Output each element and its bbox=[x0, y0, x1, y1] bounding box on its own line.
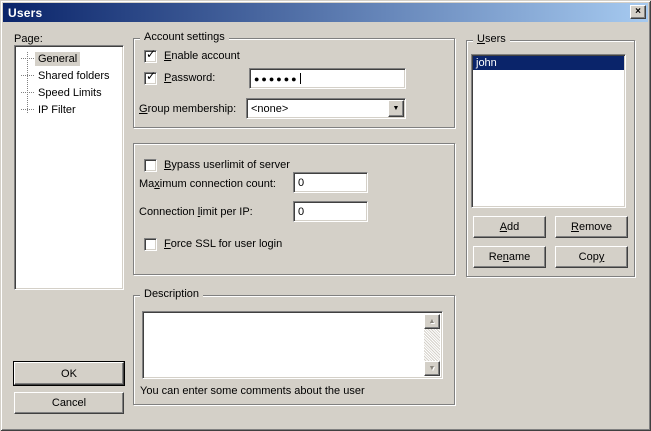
enable-account-row: ✓ Enable account bbox=[144, 49, 240, 63]
text-cursor bbox=[300, 73, 301, 84]
users-group: Users john Add Remove Rename Copy bbox=[466, 40, 635, 277]
users-dialog: Users × Page: General Shared folders Spe… bbox=[0, 0, 651, 431]
account-settings-title: Account settings bbox=[140, 31, 229, 44]
title-bar[interactable]: Users × bbox=[3, 3, 648, 22]
group-membership-value: <none> bbox=[251, 103, 288, 115]
password-value: ●●●●●● bbox=[254, 74, 299, 84]
password-label: Password: bbox=[164, 72, 215, 84]
add-button-label: Add bbox=[500, 221, 520, 233]
tree-branch-icon bbox=[21, 101, 35, 118]
page-label: Page: bbox=[14, 33, 43, 45]
copy-button-label: Copy bbox=[579, 251, 605, 263]
max-connections-label: Maximum connection count: bbox=[139, 178, 276, 190]
close-icon: × bbox=[635, 7, 641, 17]
description-textarea[interactable]: ▲ ▼ bbox=[142, 311, 443, 379]
user-name: john bbox=[476, 57, 497, 69]
connection-limits-group: Bypass userlimit of server Maximum conne… bbox=[133, 143, 455, 275]
scroll-down-button[interactable]: ▼ bbox=[424, 361, 440, 376]
ok-button-label: OK bbox=[61, 368, 77, 380]
max-connections-input[interactable]: 0 bbox=[293, 172, 368, 193]
arrow-down-icon: ▼ bbox=[429, 365, 436, 372]
scrollbar-track[interactable] bbox=[424, 329, 440, 361]
password-row: ✓ Password: bbox=[144, 71, 215, 85]
cancel-button[interactable]: Cancel bbox=[14, 392, 124, 414]
description-hint: You can enter some comments about the us… bbox=[140, 385, 365, 397]
window-title: Users bbox=[3, 6, 42, 20]
page-tree[interactable]: General Shared folders Speed Limits IP F… bbox=[14, 45, 124, 290]
force-ssl-checkbox[interactable] bbox=[144, 238, 157, 251]
copy-user-button[interactable]: Copy bbox=[555, 246, 628, 268]
chevron-down-icon: ▼ bbox=[393, 105, 400, 112]
description-scrollbar[interactable]: ▲ ▼ bbox=[424, 314, 440, 376]
force-ssl-label: Force SSL for user login bbox=[164, 238, 282, 250]
rename-button-label: Rename bbox=[489, 251, 531, 263]
scroll-up-button[interactable]: ▲ bbox=[424, 314, 440, 329]
users-listbox[interactable]: john bbox=[471, 54, 626, 208]
bypass-userlimit-label: Bypass userlimit of server bbox=[164, 159, 290, 171]
force-ssl-row: Force SSL for user login bbox=[144, 237, 282, 251]
ok-button[interactable]: OK bbox=[14, 362, 124, 385]
description-title: Description bbox=[140, 288, 203, 301]
bypass-userlimit-checkbox[interactable] bbox=[144, 159, 157, 172]
rename-user-button[interactable]: Rename bbox=[473, 246, 546, 268]
group-membership-select[interactable]: <none> ▼ bbox=[246, 98, 406, 119]
remove-user-button[interactable]: Remove bbox=[555, 216, 628, 238]
dropdown-button[interactable]: ▼ bbox=[388, 100, 404, 117]
ip-limit-label: Connection limit per IP: bbox=[139, 206, 253, 218]
check-icon: ✓ bbox=[146, 70, 156, 82]
cancel-button-label: Cancel bbox=[52, 397, 86, 409]
bypass-userlimit-row: Bypass userlimit of server bbox=[144, 158, 290, 172]
users-group-title: Users bbox=[473, 33, 510, 46]
check-icon: ✓ bbox=[146, 48, 156, 60]
tree-branch-icon bbox=[21, 84, 35, 101]
user-list-item[interactable]: john bbox=[473, 56, 624, 70]
password-input[interactable]: ●●●●●● bbox=[249, 68, 406, 89]
add-user-button[interactable]: Add bbox=[473, 216, 546, 238]
max-connections-value: 0 bbox=[298, 177, 304, 189]
tree-item-shared-folders[interactable]: Shared folders bbox=[21, 67, 123, 84]
description-group: Description ▲ ▼ You can enter some comme… bbox=[133, 295, 455, 405]
password-checkbox[interactable]: ✓ bbox=[144, 72, 157, 85]
arrow-up-icon: ▲ bbox=[429, 318, 436, 325]
ip-limit-value: 0 bbox=[298, 206, 304, 218]
enable-account-checkbox[interactable]: ✓ bbox=[144, 50, 157, 63]
remove-button-label: Remove bbox=[571, 221, 612, 233]
tree-item-label[interactable]: IP Filter bbox=[35, 103, 79, 117]
tree-item-general[interactable]: General bbox=[21, 50, 123, 67]
close-button[interactable]: × bbox=[630, 5, 646, 19]
enable-account-label: Enable account bbox=[164, 50, 240, 62]
tree-branch-icon bbox=[21, 67, 35, 84]
tree-branch-icon bbox=[21, 50, 35, 67]
tree-item-ip-filter[interactable]: IP Filter bbox=[21, 101, 123, 118]
ip-limit-input[interactable]: 0 bbox=[293, 201, 368, 222]
tree-item-label[interactable]: Shared folders bbox=[35, 69, 113, 83]
tree-item-label[interactable]: Speed Limits bbox=[35, 86, 105, 100]
tree-item-label[interactable]: General bbox=[35, 52, 80, 66]
tree-item-speed-limits[interactable]: Speed Limits bbox=[21, 84, 123, 101]
group-membership-label: Group membership: bbox=[139, 103, 236, 115]
account-settings-group: Account settings ✓ Enable account ✓ Pass… bbox=[133, 38, 455, 128]
